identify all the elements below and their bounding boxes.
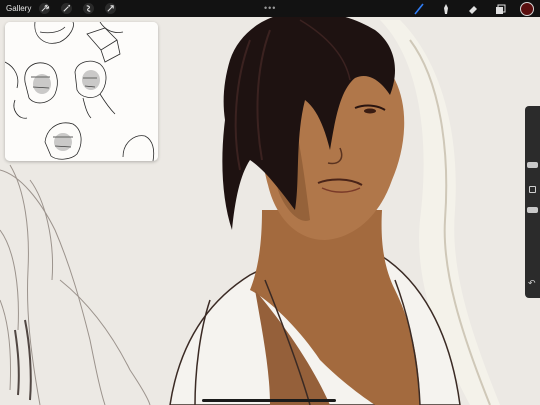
wrench-icon[interactable] <box>39 3 51 14</box>
transform-icon[interactable] <box>105 3 117 14</box>
selection-icon[interactable] <box>83 3 95 14</box>
eraser-icon[interactable] <box>466 2 480 16</box>
reference-sketch-image <box>5 22 158 161</box>
modify-button[interactable] <box>529 186 536 193</box>
opacity-slider[interactable] <box>527 207 538 213</box>
top-toolbar: Gallery ••• <box>0 0 540 17</box>
gallery-button[interactable]: Gallery <box>6 4 31 13</box>
layers-icon[interactable] <box>493 2 507 16</box>
home-indicator <box>202 399 336 402</box>
current-color-swatch <box>520 2 534 16</box>
undo-icon[interactable]: ↶ <box>528 279 536 288</box>
tool-group <box>399 2 534 16</box>
brush-size-slider[interactable] <box>527 162 538 168</box>
more-options-button[interactable]: ••• <box>264 3 276 13</box>
brush-icon[interactable] <box>412 2 426 16</box>
magic-wand-icon[interactable] <box>61 3 73 14</box>
smudge-icon[interactable] <box>439 2 453 16</box>
color-picker-button[interactable] <box>520 2 534 16</box>
reference-window[interactable] <box>5 22 158 161</box>
brush-sidebar: ↶ <box>525 106 540 298</box>
